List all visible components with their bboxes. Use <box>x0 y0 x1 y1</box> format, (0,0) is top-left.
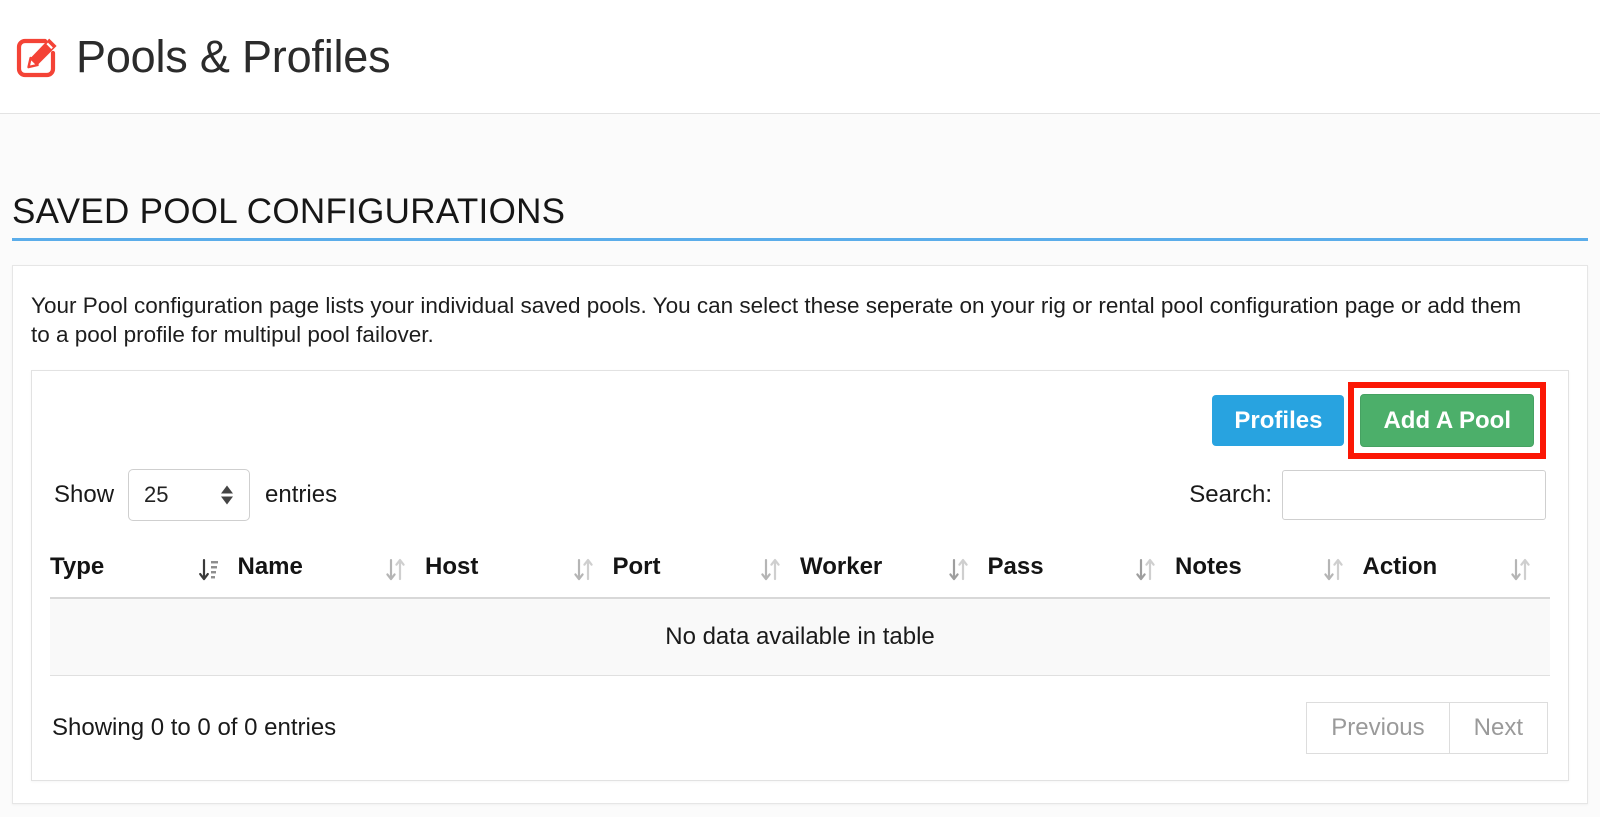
datatable-footer: Showing 0 to 0 of 0 entries Previous Nex… <box>50 701 1550 754</box>
sort-both-icon[interactable] <box>385 558 407 584</box>
sort-both-icon[interactable] <box>760 558 782 584</box>
previous-page-button[interactable]: Previous <box>1306 701 1450 754</box>
column-header-name[interactable]: Name <box>237 542 425 599</box>
column-header-pass[interactable]: Pass <box>987 542 1175 599</box>
column-header-port[interactable]: Port <box>612 542 800 599</box>
pools-table-head: Type Name Host Port Worker Pass Notes Ac… <box>50 542 1550 599</box>
column-header-type[interactable]: Type <box>50 542 238 599</box>
add-pool-highlight-box: Add A Pool <box>1348 381 1546 460</box>
search-input[interactable] <box>1282 469 1546 520</box>
page-length-value: 25 <box>144 481 169 507</box>
pools-table: Type Name Host Port Worker Pass Notes Ac… <box>50 542 1550 676</box>
column-header-notes[interactable]: Notes <box>1175 542 1363 599</box>
search-control: Search: <box>1189 469 1546 520</box>
sort-both-icon[interactable] <box>1510 558 1532 584</box>
datatable-controls: Show 25 entries Search: <box>50 468 1550 521</box>
showing-entries-info: Showing 0 to 0 of 0 entries <box>52 713 337 741</box>
column-label-worker: Worker <box>800 552 883 580</box>
card-description: Your Pool configuration page lists your … <box>31 293 1522 347</box>
section-header: SAVED POOL CONFIGURATIONS <box>12 114 1588 241</box>
column-label-pass: Pass <box>987 552 1044 580</box>
column-label-host: Host <box>425 552 479 580</box>
entries-label: entries <box>265 480 338 508</box>
chevron-down-icon[interactable] <box>221 496 234 505</box>
sort-both-icon[interactable] <box>948 558 970 584</box>
saved-pool-configurations-card: Your Pool configuration page lists your … <box>12 265 1588 804</box>
edit-pencil-square-icon <box>14 35 60 81</box>
show-label: Show <box>54 480 115 508</box>
sort-both-icon[interactable] <box>1323 558 1345 584</box>
column-label-name: Name <box>237 552 303 580</box>
page-body: SAVED POOL CONFIGURATIONS Your Pool conf… <box>0 114 1600 817</box>
page-title: Pools & Profiles <box>76 31 391 82</box>
next-page-button[interactable]: Next <box>1449 701 1548 754</box>
column-label-action: Action <box>1362 552 1438 580</box>
column-label-type: Type <box>50 552 105 580</box>
sort-both-icon[interactable] <box>573 558 595 584</box>
search-label: Search: <box>1189 480 1272 508</box>
pools-table-header-row: Type Name Host Port Worker Pass Notes Ac… <box>50 542 1550 599</box>
column-header-worker[interactable]: Worker <box>800 542 988 599</box>
spinner-arrows-icon[interactable] <box>221 485 234 505</box>
page-header: Pools & Profiles <box>0 0 1600 114</box>
pagination: Previous Next <box>1306 701 1548 754</box>
column-label-port: Port <box>612 552 661 580</box>
column-header-host[interactable]: Host <box>425 542 613 599</box>
table-empty-row: No data available in table <box>50 597 1550 676</box>
chevron-up-icon[interactable] <box>221 485 234 494</box>
sort-ascending-icon[interactable] <box>198 558 220 584</box>
pools-table-body: No data available in table <box>50 597 1550 676</box>
section-underline <box>12 238 1588 241</box>
pools-table-panel: Profiles Add A Pool Show 25 entries Sear… <box>31 369 1569 781</box>
column-label-notes: Notes <box>1175 552 1242 580</box>
profiles-button[interactable]: Profiles <box>1212 394 1345 447</box>
section-title: SAVED POOL CONFIGURATIONS <box>12 192 566 231</box>
empty-message: No data available in table <box>50 597 1550 676</box>
add-a-pool-button[interactable]: Add A Pool <box>1360 393 1534 448</box>
page-length-select[interactable]: 25 <box>128 468 251 521</box>
column-header-action[interactable]: Action <box>1362 542 1550 599</box>
sort-both-icon[interactable] <box>1135 558 1157 584</box>
show-entries-control: Show 25 entries <box>54 468 338 521</box>
panel-action-buttons: Profiles Add A Pool <box>50 381 1550 460</box>
